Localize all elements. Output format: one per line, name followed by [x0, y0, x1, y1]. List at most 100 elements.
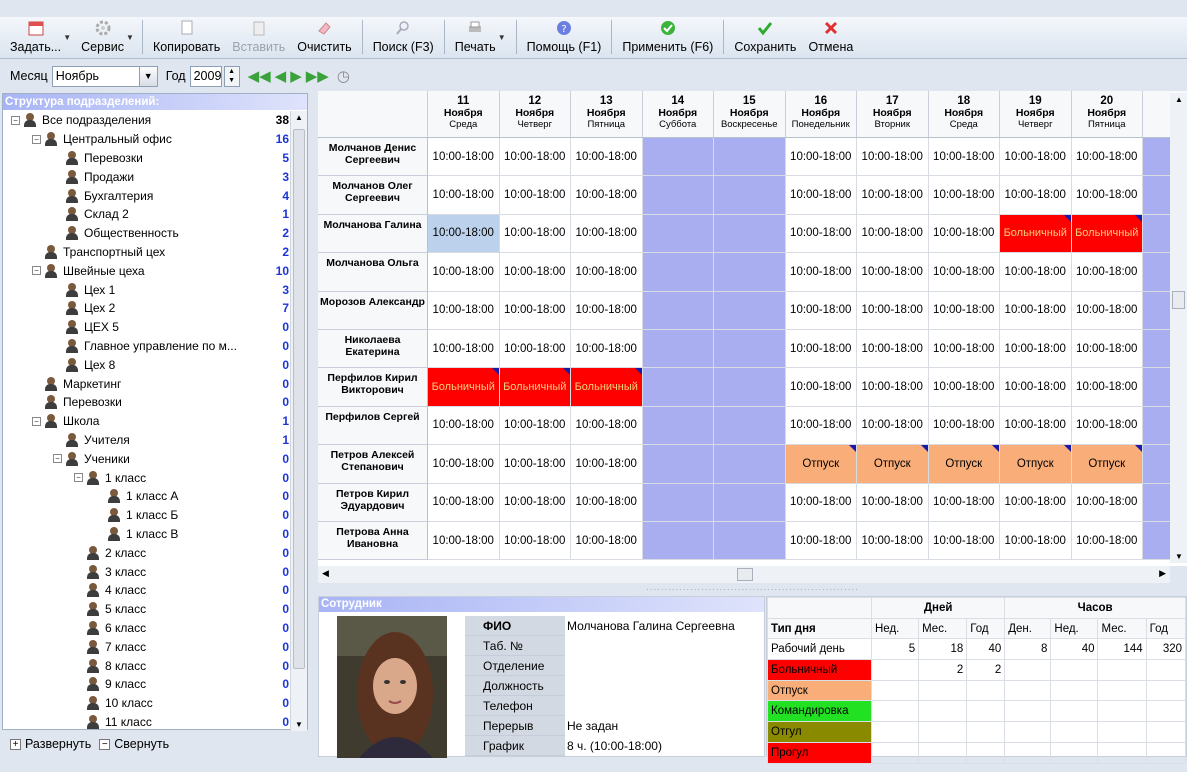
work-cell[interactable]: 10:00-18:00 [571, 445, 643, 484]
tree-collapse-icon[interactable]: − [32, 134, 41, 144]
scroll-up-icon[interactable]: ▲ [1175, 95, 1183, 104]
grid-horizontal-scrollbar[interactable]: ◀ ▶ [318, 566, 1170, 583]
collapse-all-button[interactable]: Свернуть [114, 737, 169, 751]
tree-item[interactable]: Перевозки 5 [3, 149, 291, 168]
tree-item[interactable]: 5 класс 0 [3, 600, 291, 619]
weekend-cell[interactable] [642, 138, 714, 177]
work-cell[interactable]: 10:00-18:00 [499, 138, 571, 177]
day-header[interactable]: 16 Ноября Понедельник [785, 91, 857, 138]
weekend-cell[interactable] [714, 368, 786, 407]
work-cell[interactable]: 10:00-18:00 [857, 330, 929, 369]
work-cell[interactable]: 10:00-18:00 [499, 291, 571, 330]
work-cell[interactable]: 10:00-18:00 [1071, 176, 1143, 215]
day-header[interactable]: 18 Ноября Среда [928, 91, 1000, 138]
work-cell[interactable]: 10:00-18:00 [1000, 138, 1072, 177]
scroll-down-icon[interactable]: ▼ [295, 720, 303, 729]
day-header[interactable]: 14 Ноября Суббота [642, 91, 714, 138]
employee-name[interactable]: Петров Алексей Степанович [318, 445, 428, 484]
work-cell[interactable]: 10:00-18:00 [428, 291, 500, 330]
apply-button[interactable]: Применить (F6) [616, 16, 719, 58]
day-header[interactable]: 13 Ноября Пятница [571, 91, 643, 138]
work-cell[interactable]: 10:00-18:00 [785, 522, 857, 561]
tree-collapse-icon[interactable]: − [74, 473, 83, 483]
work-cell[interactable]: 10:00-18:00 [1071, 368, 1143, 407]
work-cell[interactable]: 10:00-18:00 [499, 176, 571, 215]
vacation-cell[interactable]: Отпуск [785, 445, 857, 484]
work-cell[interactable]: 10:00-18:00 [499, 214, 571, 254]
first-period-icon[interactable]: ◀◀ [248, 67, 271, 85]
tree-item[interactable]: 9 класс 0 [3, 675, 291, 694]
sick-cell[interactable]: Больничный [428, 368, 500, 407]
year-spinner[interactable]: ▲ ▼ [223, 65, 240, 87]
weekend-cell[interactable] [642, 522, 714, 561]
sick-cell[interactable]: Больничный [1071, 214, 1143, 254]
work-cell[interactable]: 10:00-18:00 [428, 138, 500, 177]
work-cell[interactable]: 10:00-18:00 [571, 483, 643, 522]
weekend-cell[interactable] [714, 522, 786, 561]
year-field[interactable]: 2009 [189, 65, 222, 87]
tree-item[interactable]: Учителя 1 [3, 431, 291, 450]
tree-item[interactable]: − 1 класс 0 [3, 468, 291, 487]
employee-name[interactable]: Морозов Александр [318, 291, 428, 330]
copy-button[interactable]: Копировать [147, 16, 226, 58]
employee-name[interactable]: Петров Кирил Эдуардович [318, 483, 428, 522]
employee-name[interactable]: Молчанова Галина [318, 214, 428, 254]
weekend-cell[interactable] [642, 253, 714, 292]
work-cell[interactable]: 10:00-18:00 [785, 406, 857, 446]
tree-item[interactable]: 2 класс 0 [3, 543, 291, 562]
work-cell[interactable]: 10:00-18:00 [928, 253, 1000, 292]
vacation-cell[interactable]: Отпуск [1071, 445, 1143, 484]
work-cell[interactable]: 10:00-18:00 [1000, 330, 1072, 369]
zadat-button[interactable]: Задать... ▼ [4, 16, 71, 58]
tree-item[interactable]: Перевозки 0 [3, 393, 291, 412]
work-cell[interactable]: 10:00-18:00 [785, 176, 857, 215]
chevron-down-icon[interactable]: ▼ [138, 66, 157, 86]
work-cell[interactable]: 10:00-18:00 [428, 253, 500, 292]
weekend-cell[interactable] [714, 176, 786, 215]
weekend-cell[interactable] [642, 214, 714, 254]
day-header[interactable]: 12 Ноября Четверг [499, 91, 571, 138]
work-cell[interactable]: 10:00-18:00 [1071, 522, 1143, 561]
day-header[interactable]: 11 Ноября Среда [428, 91, 500, 138]
work-cell[interactable]: 10:00-18:00 [1071, 483, 1143, 522]
tree-item[interactable]: 11 класс 0 [3, 713, 291, 730]
work-cell[interactable]: 10:00-18:00 [1000, 253, 1072, 292]
work-cell[interactable]: 10:00-18:00 [857, 406, 929, 446]
next-period-icon[interactable]: ▶ [290, 67, 302, 85]
work-cell[interactable]: 10:00-18:00 [571, 330, 643, 369]
weekend-cell[interactable] [642, 291, 714, 330]
work-cell[interactable]: 10:00-18:00 [857, 176, 929, 215]
employee-name[interactable]: Молчанов Олег Сергеевич [318, 176, 428, 215]
work-cell[interactable]: 10:00-18:00 [928, 138, 1000, 177]
tree-item[interactable]: 1 класс В 0 [3, 525, 291, 544]
tree-item[interactable]: − Ученики 0 [3, 449, 291, 468]
weekend-cell[interactable] [714, 138, 786, 177]
expand-all-button[interactable]: Развернуть [25, 737, 91, 751]
work-cell[interactable]: 10:00-18:00 [1000, 291, 1072, 330]
weekend-cell[interactable] [642, 445, 714, 484]
work-cell[interactable]: 10:00-18:00 [785, 214, 857, 254]
work-cell[interactable]: 10:00-18:00 [571, 406, 643, 446]
sick-cell[interactable]: Больничный [499, 368, 571, 407]
work-cell[interactable]: 10:00-18:00 [1071, 138, 1143, 177]
search-button[interactable]: Поиск (F3) [367, 16, 440, 58]
work-cell[interactable]: 10:00-18:00 [571, 176, 643, 215]
work-cell[interactable]: 10:00-18:00 [1000, 368, 1072, 407]
tree-item[interactable]: Продажи 3 [3, 167, 291, 186]
tree-item[interactable]: 8 класс 0 [3, 656, 291, 675]
weekend-cell[interactable] [714, 214, 786, 254]
weekend-cell[interactable] [714, 253, 786, 292]
work-cell[interactable]: 10:00-18:00 [857, 214, 929, 254]
tree-collapse-icon[interactable]: − [11, 115, 20, 125]
tree-item[interactable]: 4 класс 0 [3, 581, 291, 600]
print-button[interactable]: Печать ▼ [449, 16, 506, 58]
vacation-cell[interactable]: Отпуск [928, 445, 1000, 484]
tree-item[interactable]: Цех 2 7 [3, 299, 291, 318]
work-cell[interactable]: 10:00-18:00 [1071, 406, 1143, 446]
sick-cell[interactable]: Больничный [1000, 214, 1072, 254]
weekend-cell[interactable] [714, 330, 786, 369]
work-cell[interactable]: 10:00-18:00 [428, 445, 500, 484]
help-button[interactable]: ? Помощь (F1) [521, 16, 608, 58]
last-period-icon[interactable]: ▶▶ [306, 67, 329, 85]
work-cell[interactable]: 10:00-18:00 [571, 214, 643, 254]
